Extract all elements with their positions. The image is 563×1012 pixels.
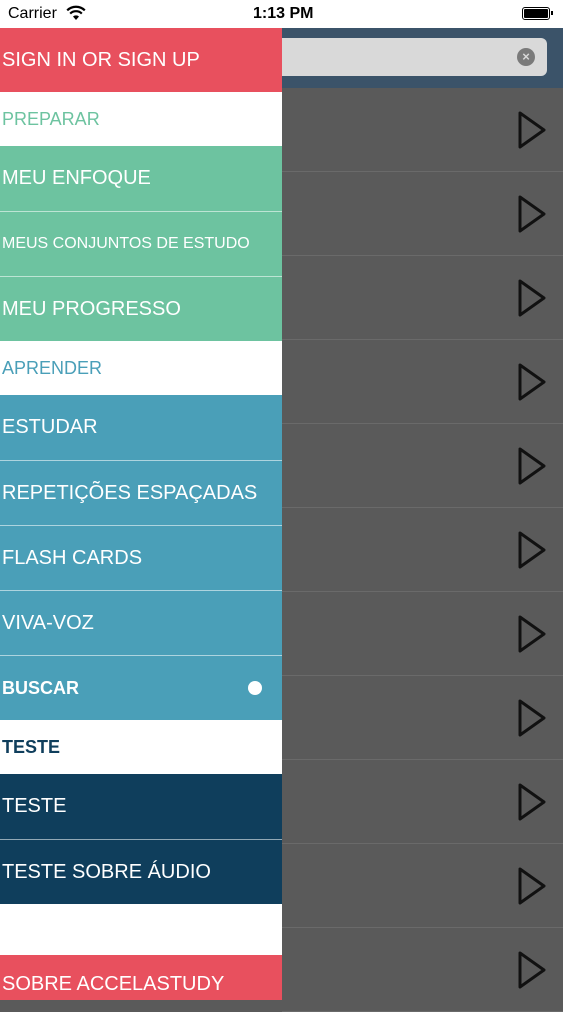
- dot-icon: [248, 681, 262, 695]
- menu-item-meus-conjuntos[interactable]: MEUS CONJUNTOS DE ESTUDO: [0, 211, 282, 276]
- list-item[interactable]: [282, 172, 563, 256]
- play-icon[interactable]: [516, 698, 548, 738]
- battery-icon: [522, 7, 553, 20]
- battery-fill: [524, 9, 548, 18]
- list-item[interactable]: [282, 424, 563, 508]
- clear-icon[interactable]: ×: [517, 48, 535, 66]
- status-bar: Carrier 1:13 PM: [0, 0, 563, 28]
- menu-item-buscar-label: BUSCAR: [2, 677, 80, 698]
- menu-item-repeticoes-espacadas[interactable]: REPETIÇÕES ESPAÇADAS: [0, 460, 282, 525]
- list-item[interactable]: [282, 844, 563, 928]
- list-item[interactable]: [282, 760, 563, 844]
- play-icon[interactable]: [516, 614, 548, 654]
- list-item[interactable]: [282, 928, 563, 1012]
- side-drawer: SIGN IN OR SIGN UP PREPARAR MEU ENFOQUE …: [0, 28, 282, 1000]
- menu-item-teste[interactable]: TESTE: [0, 774, 282, 839]
- wifi-icon: [66, 5, 86, 20]
- background-top-bar: ×: [282, 28, 563, 88]
- status-time: 1:13 PM: [253, 5, 314, 22]
- background-content: ×: [282, 28, 563, 1012]
- play-icon[interactable]: [516, 530, 548, 570]
- play-icon[interactable]: [516, 110, 548, 150]
- about-button[interactable]: SOBRE ACCELASTUDY: [0, 955, 282, 1000]
- menu-item-meu-enfoque[interactable]: MEU ENFOQUE: [0, 146, 282, 211]
- section-header-preparar: PREPARAR: [0, 92, 282, 146]
- carrier-label: Carrier: [8, 5, 57, 22]
- list-item[interactable]: [282, 508, 563, 592]
- section-header-teste: TESTE: [0, 720, 282, 774]
- menu-item-viva-voz[interactable]: VIVA-VOZ: [0, 590, 282, 655]
- list-item[interactable]: [282, 88, 563, 172]
- menu-item-flash-cards[interactable]: FLASH CARDS: [0, 525, 282, 590]
- battery-tip: [551, 11, 553, 15]
- menu-item-estudar[interactable]: ESTUDAR: [0, 395, 282, 460]
- play-icon[interactable]: [516, 950, 548, 990]
- menu-item-meu-progresso[interactable]: MEU PROGRESSO: [0, 276, 282, 341]
- list-item[interactable]: [282, 676, 563, 760]
- play-icon[interactable]: [516, 278, 548, 318]
- play-icon[interactable]: [516, 446, 548, 486]
- play-icon[interactable]: [516, 782, 548, 822]
- sign-in-button[interactable]: SIGN IN OR SIGN UP: [0, 28, 282, 92]
- menu-item-teste-sobre-audio[interactable]: TESTE SOBRE ÁUDIO: [0, 839, 282, 904]
- play-icon[interactable]: [516, 866, 548, 906]
- play-icon[interactable]: [516, 194, 548, 234]
- play-icon[interactable]: [516, 362, 548, 402]
- menu-item-buscar[interactable]: BUSCAR: [0, 655, 282, 720]
- list-item[interactable]: [282, 592, 563, 676]
- search-field[interactable]: ×: [282, 38, 547, 76]
- section-header-aprender: APRENDER: [0, 341, 282, 395]
- list-item[interactable]: [282, 256, 563, 340]
- list-item[interactable]: [282, 340, 563, 424]
